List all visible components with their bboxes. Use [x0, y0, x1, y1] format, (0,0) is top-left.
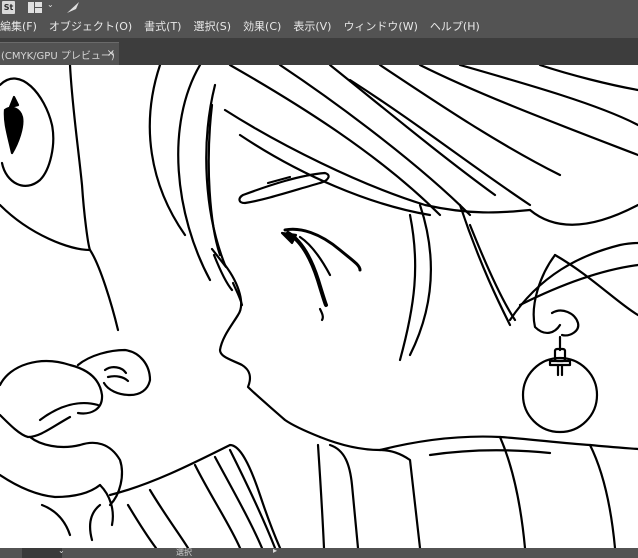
line-art-illustration	[0, 65, 638, 548]
status-tool-mode: 選択	[176, 548, 192, 557]
document-tab[interactable]: (CMYK/GPU プレビュー) ×	[0, 42, 119, 66]
menu-window[interactable]: ウィンドウ(W)	[337, 16, 423, 38]
menu-help[interactable]: ヘルプ(H)	[424, 16, 486, 38]
menu-type[interactable]: 書式(T)	[138, 16, 187, 38]
app-logo[interactable]: St	[2, 1, 15, 14]
menu-edit[interactable]: 編集(F)	[0, 16, 43, 38]
workspace-layout-icon[interactable]	[28, 2, 42, 13]
app-topbar: St ⌄	[0, 0, 638, 16]
zoom-chevron-down-icon[interactable]: ⌄	[58, 546, 65, 555]
menu-object[interactable]: オブジェクト(O)	[43, 16, 138, 38]
feather-publish-icon[interactable]	[66, 1, 80, 14]
menu-effect[interactable]: 効果(C)	[237, 16, 287, 38]
menu-select[interactable]: 選択(S)	[187, 16, 237, 38]
menu-bar: 編集(F) オブジェクト(O) 書式(T) 選択(S) 効果(C) 表示(V) …	[0, 16, 638, 38]
document-tab-bar: (CMYK/GPU プレビュー) ×	[0, 38, 638, 66]
artboard-canvas[interactable]	[0, 65, 638, 548]
chevron-down-icon[interactable]: ⌄	[47, 0, 54, 9]
menu-view[interactable]: 表示(V)	[287, 16, 337, 38]
document-tab-label: (CMYK/GPU プレビュー)	[1, 51, 115, 62]
status-bar: ⌄ 選択 ▸	[0, 546, 638, 558]
close-icon[interactable]: ×	[107, 48, 115, 59]
status-arrow-icon[interactable]: ▸	[273, 546, 277, 555]
zoom-field[interactable]	[22, 548, 62, 558]
